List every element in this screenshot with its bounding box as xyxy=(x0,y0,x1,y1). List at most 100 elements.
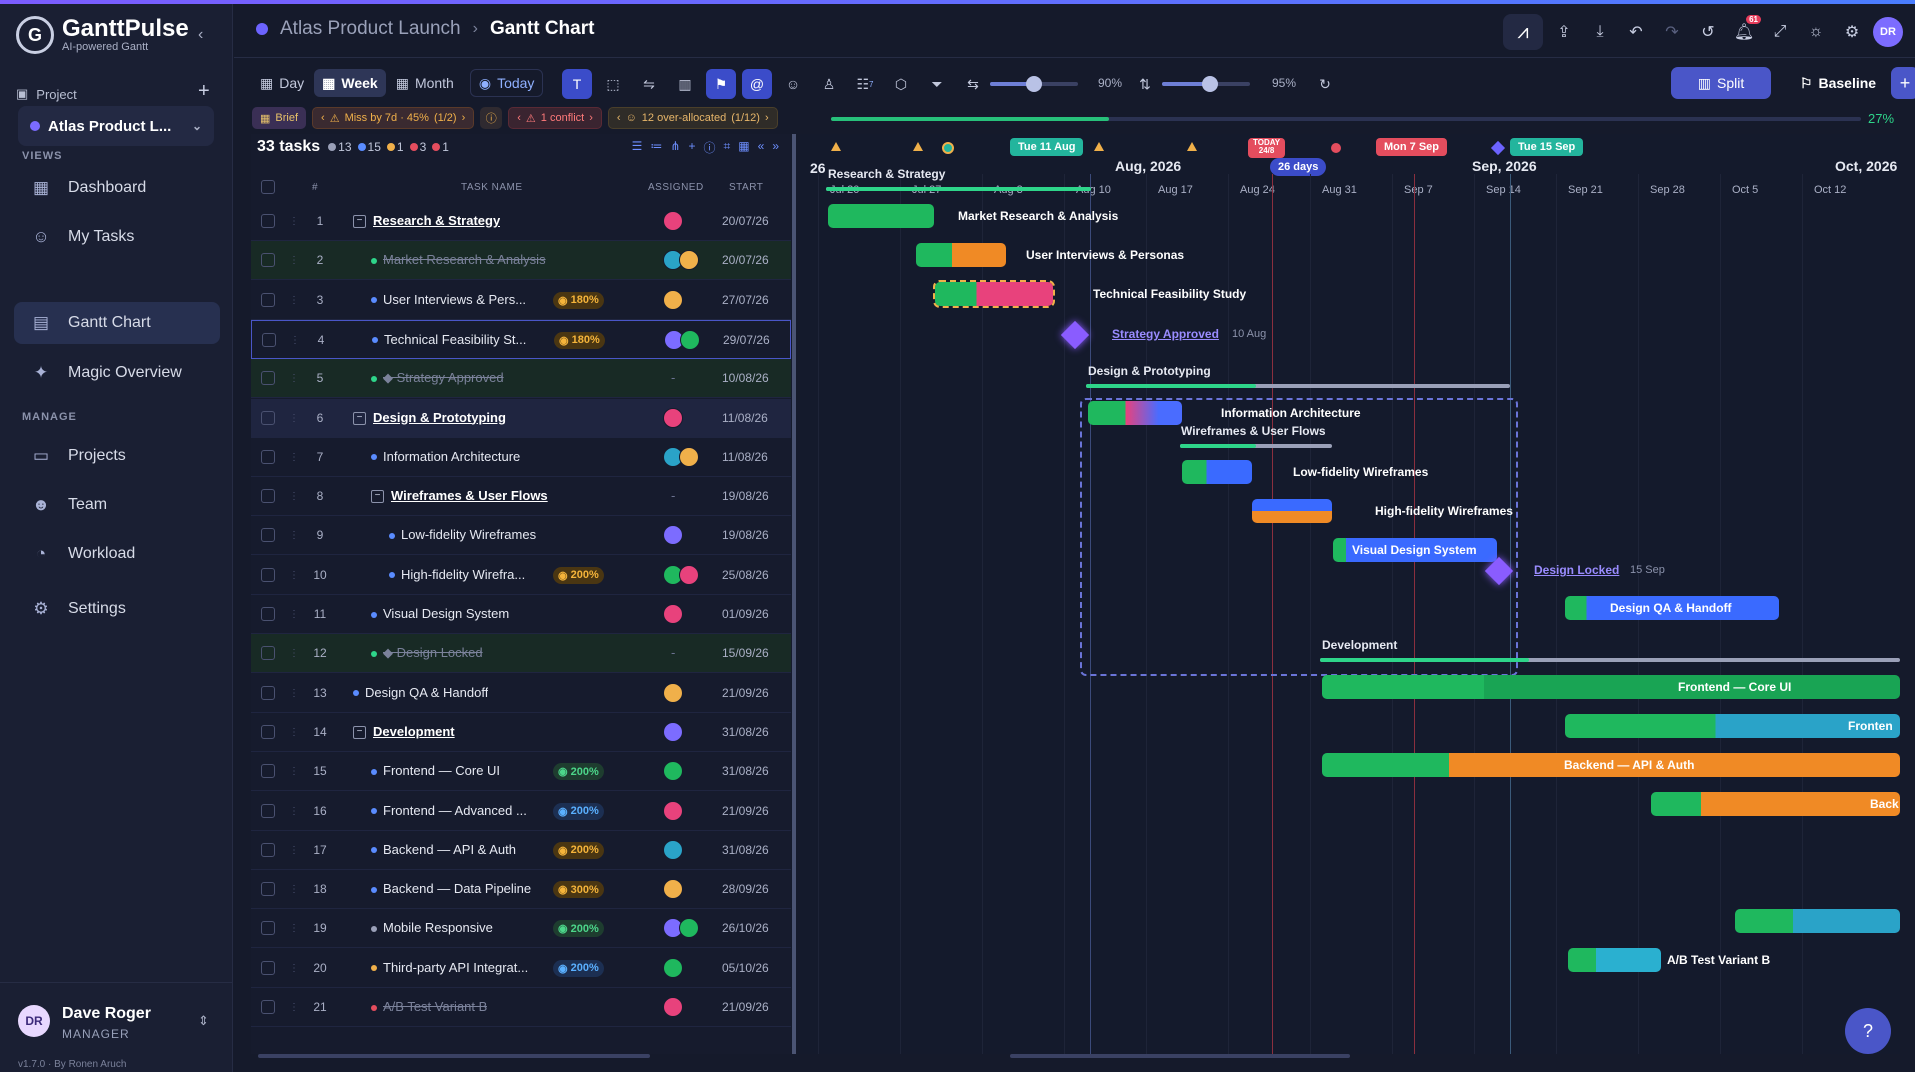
col-assigned[interactable]: ASSIGNED xyxy=(648,182,704,193)
add-project-button[interactable]: + xyxy=(198,80,210,103)
milestone-strategy-approved[interactable] xyxy=(1060,320,1090,350)
collapse-sidebar-icon[interactable]: ‹ xyxy=(198,26,203,44)
nav-projects[interactable]: ▭ Projects xyxy=(14,435,220,477)
assignees[interactable] xyxy=(663,564,699,585)
gear-icon[interactable]: ⚙ xyxy=(1837,17,1867,47)
fullscreen-icon[interactable]: ⤢ xyxy=(1765,17,1795,47)
info-icon[interactable]: ⓘ xyxy=(480,107,503,129)
bar-market-research[interactable] xyxy=(828,204,934,228)
drag-handle-icon[interactable]: ⋮ xyxy=(289,452,299,463)
table-row[interactable]: ⋮ 17 Backend — API & Auth ◉ 200% 31/08/26 xyxy=(251,831,791,870)
marker-mon-7-sep[interactable]: Mon 7 Sep xyxy=(1376,138,1448,156)
table-row[interactable]: ⋮ 20 Third-party API Integrat... ◉ 200% 05/10… xyxy=(251,949,791,988)
summary-bar-wireframes[interactable] xyxy=(1180,444,1332,448)
map-icon[interactable]: ▥ xyxy=(670,69,700,99)
collapse-toggle[interactable]: − xyxy=(353,725,366,739)
table-row[interactable]: ⋮ 3 User Interviews & Pers... ◉ 180% 27/07/26 xyxy=(251,281,791,320)
history-icon[interactable]: ↺ xyxy=(1693,17,1723,47)
warning-marker[interactable] xyxy=(1187,142,1197,151)
assignees[interactable] xyxy=(663,682,683,703)
tag-icon[interactable]: ⌗ xyxy=(724,139,731,156)
bar-third-party-api[interactable] xyxy=(1735,909,1900,933)
row-checkbox[interactable] xyxy=(261,607,275,621)
row-checkbox[interactable] xyxy=(261,921,275,936)
marker-tue-15-sep[interactable]: Tue 15 Sep xyxy=(1510,138,1584,156)
task-name[interactable]: Backend — Data Pipeline xyxy=(371,881,531,896)
theme-icon[interactable]: ☼ xyxy=(1801,17,1831,47)
over-allocated-chip[interactable]: ‹ ☺ 12 over-allocated (1/12) › xyxy=(607,107,778,129)
task-name[interactable]: Wireframes & User Flows xyxy=(391,488,548,503)
avatar[interactable]: DR xyxy=(1873,17,1903,47)
summary-bar-development[interactable] xyxy=(1320,658,1900,662)
drag-handle-icon[interactable]: ⋮ xyxy=(290,335,300,346)
start-date[interactable]: 21/09/26 xyxy=(722,1000,769,1014)
drag-handle-icon[interactable]: ⋮ xyxy=(289,727,299,738)
at-icon[interactable]: @ xyxy=(742,69,772,99)
filter-icon[interactable]: ⏷ xyxy=(922,69,952,99)
row-checkbox[interactable] xyxy=(261,882,275,897)
table-row[interactable]: ⋮ 12 ◆ Design Locked - 15/09/26 xyxy=(251,634,791,674)
bar-low-fidelity-wireframes[interactable] xyxy=(1182,460,1252,484)
drag-handle-icon[interactable]: ⋮ xyxy=(289,1002,299,1013)
pane-splitter[interactable] xyxy=(792,134,796,1054)
cube-icon[interactable]: ⬡ xyxy=(886,69,916,99)
row-checkbox[interactable] xyxy=(261,646,275,661)
today-button[interactable]: ◉ Today xyxy=(469,69,544,97)
row-checkbox[interactable] xyxy=(261,449,275,464)
row-checkbox[interactable] xyxy=(262,332,276,347)
grid-icon[interactable]: ▦ xyxy=(738,139,749,156)
assignees[interactable] xyxy=(663,957,683,978)
task-name[interactable]: Design & Prototyping xyxy=(373,410,506,425)
bell-icon[interactable]: 🔔︎ 61 xyxy=(1729,15,1761,47)
warning-marker[interactable] xyxy=(831,142,841,151)
table-row[interactable]: ⋮ 13 Design QA & Handoff 21/09/26 xyxy=(251,674,791,713)
drag-handle-icon[interactable]: ⋮ xyxy=(289,216,299,227)
add-icon[interactable]: + xyxy=(688,139,695,156)
start-date[interactable]: 21/09/26 xyxy=(722,686,769,700)
marker-dot[interactable] xyxy=(942,142,954,154)
assignees[interactable] xyxy=(663,721,683,742)
row-checkbox[interactable] xyxy=(261,960,275,975)
table-row[interactable]: ⋮ 19 Mobile Responsive ◉ 200% 26/10/26 xyxy=(251,909,791,949)
select-icon[interactable]: ⬚ xyxy=(598,69,628,99)
bar-backend-data-pipeline[interactable] xyxy=(1651,792,1900,816)
brief-chip[interactable]: ▦ Brief xyxy=(252,107,307,129)
view-month-button[interactable]: ▦ Month xyxy=(388,69,462,97)
drag-handle-icon[interactable]: ⋮ xyxy=(289,609,299,620)
baseline-button[interactable]: ⚐ Baseline xyxy=(1781,67,1895,99)
start-date[interactable]: 11/08/26 xyxy=(722,411,768,425)
row-checkbox[interactable] xyxy=(261,371,275,386)
row-checkbox[interactable] xyxy=(261,842,275,857)
col-task-name[interactable]: TASK NAME xyxy=(461,182,523,193)
nav-team[interactable]: ☻ Team xyxy=(14,484,220,526)
collapse-all-icon[interactable]: ☰ xyxy=(632,139,643,156)
task-name[interactable]: Market Research & Analysis xyxy=(371,252,546,267)
milestone-label-design-locked[interactable]: Design Locked xyxy=(1534,563,1619,577)
start-date[interactable]: 20/07/26 xyxy=(722,214,769,228)
collapse-left-icon[interactable]: « xyxy=(758,139,765,156)
assignees[interactable]: - xyxy=(663,643,675,660)
download-icon[interactable]: ⤓ xyxy=(1585,17,1615,47)
start-date[interactable]: 05/10/26 xyxy=(722,961,769,975)
summary-bar-design[interactable] xyxy=(1086,384,1510,388)
tree-icon[interactable]: ⋔ xyxy=(670,139,680,156)
row-checkbox[interactable] xyxy=(261,1000,275,1014)
view-week-button[interactable]: ▦ Week xyxy=(314,69,386,97)
row-checkbox[interactable] xyxy=(261,567,275,582)
drag-handle-icon[interactable]: ⋮ xyxy=(289,295,299,306)
task-name[interactable]: Frontend — Core UI xyxy=(371,763,500,778)
nav-gantt-chart[interactable]: ▤ Gantt Chart xyxy=(14,302,220,344)
assignees[interactable]: - xyxy=(663,486,675,503)
nav-my-tasks[interactable]: ☺ My Tasks xyxy=(14,216,220,258)
table-row[interactable]: ⋮ 1 − Research & Strategy 20/07/26 xyxy=(251,202,791,241)
warning-marker[interactable] xyxy=(913,142,923,151)
flag-icon[interactable]: ⚑ xyxy=(706,69,736,99)
start-date[interactable]: 31/08/26 xyxy=(722,725,769,739)
vertical-zoom-knob[interactable] xyxy=(1202,76,1219,92)
list-icon[interactable]: ≔ xyxy=(650,139,662,156)
gantt-scrollbar[interactable] xyxy=(1010,1054,1350,1058)
start-date[interactable]: 15/09/26 xyxy=(722,646,769,660)
table-row[interactable]: ⋮ 16 Frontend — Advanced ... ◉ 200% 21/09/26 xyxy=(251,792,791,831)
table-row[interactable]: ⋮ 11 Visual Design System 01/09/26 xyxy=(251,595,791,634)
row-checkbox[interactable] xyxy=(261,685,275,700)
